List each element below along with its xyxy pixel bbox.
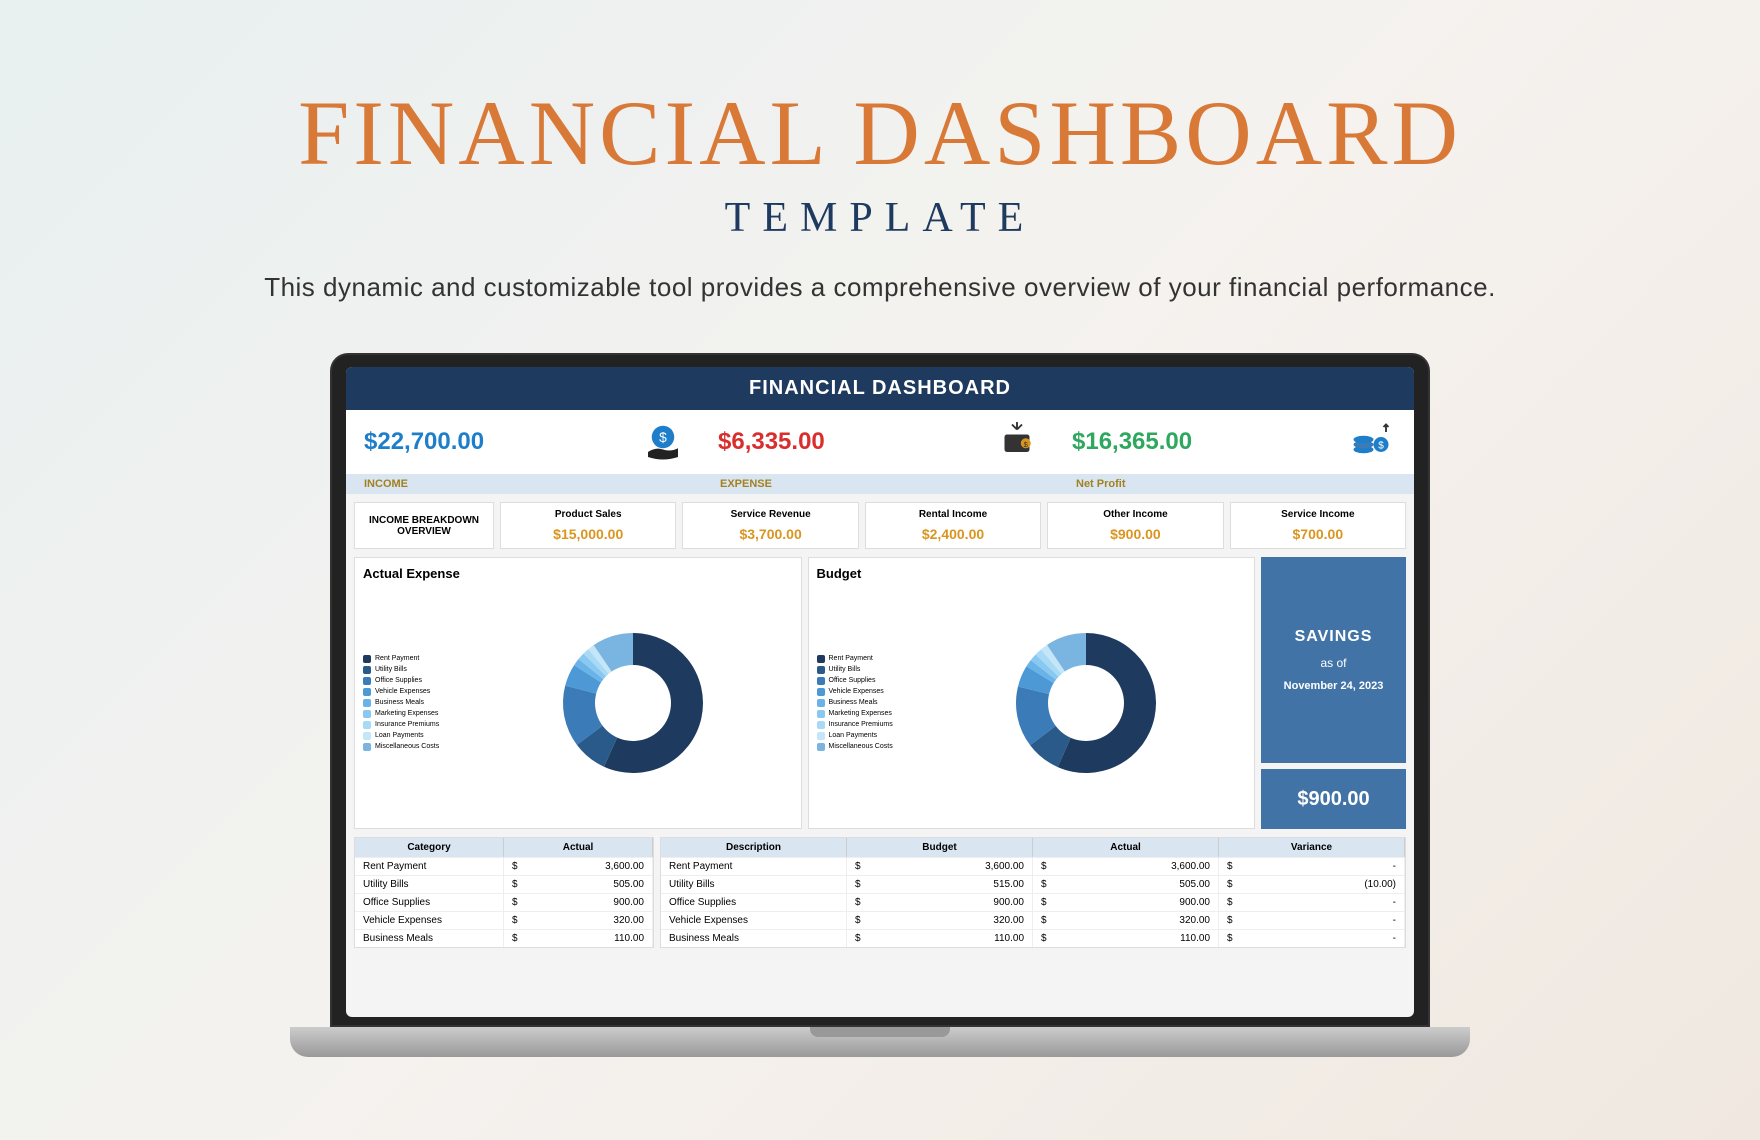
variance-table: DescriptionBudgetActualVariance Rent Pay… [660,837,1406,948]
wallet-icon: $ [992,422,1042,462]
budget-chart: Budget Rent PaymentUtility BillsOffice S… [808,557,1256,829]
dashboard-header: FINANCIAL DASHBOARD [346,367,1414,410]
savings-card: SAVINGS as of November 24, 2023 [1261,557,1406,763]
breakdown-title: INCOME BREAKDOWN OVERVIEW [354,502,494,549]
income-value: $22,700.00 [364,428,608,456]
breakdown-card: Other Income$900.00 [1047,502,1223,549]
savings-amount: $900.00 [1261,769,1406,829]
expense-label: EXPENSE [702,474,1058,494]
breakdown-card: Rental Income$2,400.00 [865,502,1041,549]
actual-expense-chart: Actual Expense Rent PaymentUtility Bills… [354,557,802,829]
netprofit-value: $16,365.00 [1072,428,1316,456]
breakdown-card: Product Sales$15,000.00 [500,502,676,549]
laptop-mockup: FINANCIAL DASHBOARD $22,700.00 $ $6,335.… [330,353,1430,1057]
hero-description: This dynamic and customizable tool provi… [264,272,1496,303]
income-label: INCOME [346,474,702,494]
expense-value: $6,335.00 [718,428,962,456]
breakdown-card: Service Revenue$3,700.00 [682,502,858,549]
category-table: CategoryActual Rent Payment$3,600.00Util… [354,837,654,948]
money-bag-icon: $ [638,422,688,462]
svg-text:$: $ [659,430,667,445]
hero-subtitle: TEMPLATE [725,194,1036,242]
coins-icon: $ [1346,422,1396,462]
hero-title: FINANCIAL DASHBOARD [298,80,1462,186]
netprofit-label: Net Profit [1058,474,1414,494]
svg-text:$: $ [1378,440,1384,451]
breakdown-card: Service Income$700.00 [1230,502,1406,549]
